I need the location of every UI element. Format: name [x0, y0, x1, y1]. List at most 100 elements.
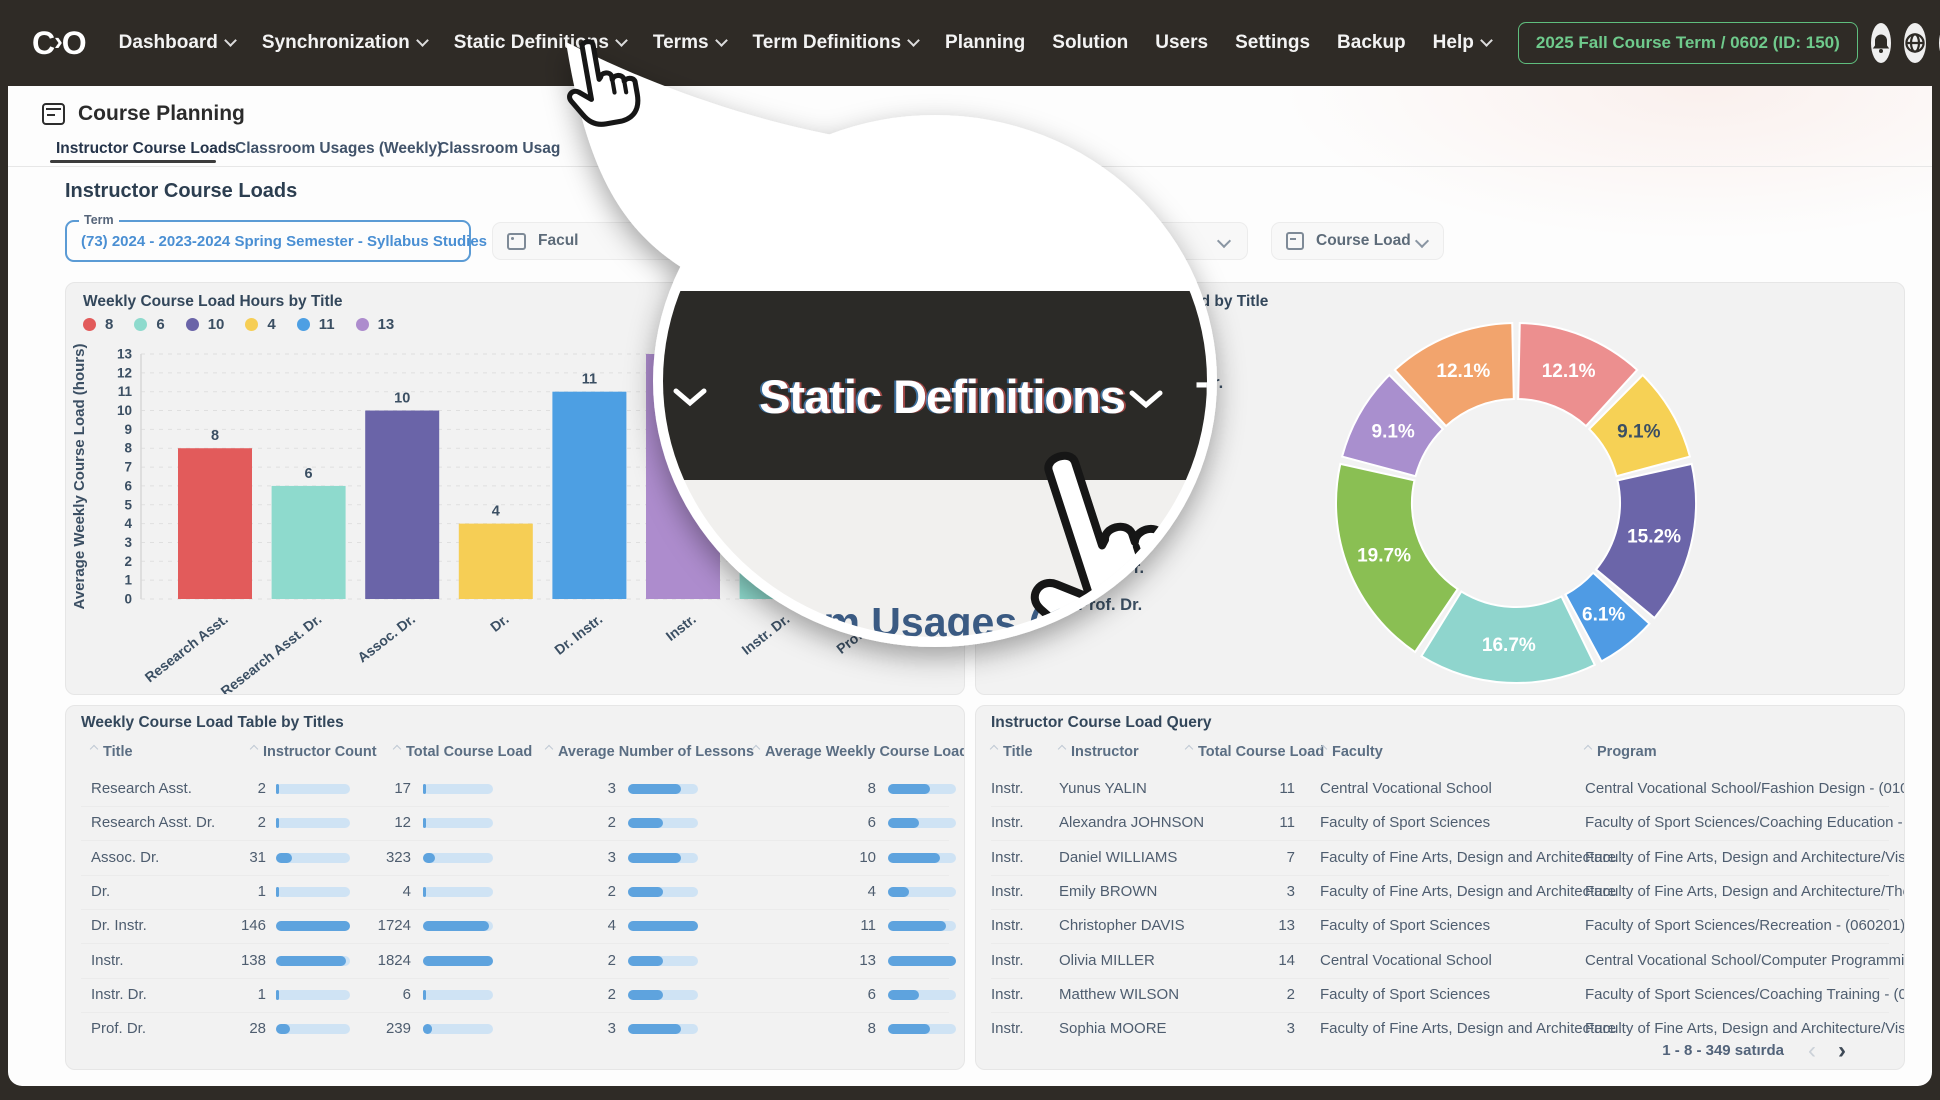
- table-row[interactable]: Research Asst.21738: [66, 772, 964, 806]
- svg-text:Assoc. Dr.: Assoc. Dr.: [354, 611, 418, 666]
- svg-text:6.1%: 6.1%: [1582, 605, 1625, 626]
- value-bar: [628, 921, 698, 931]
- value-bar: [276, 1024, 350, 1034]
- cell-instructor: Olivia MILLER: [1059, 944, 1155, 978]
- value-bar: [628, 818, 698, 828]
- svg-text:15.2%: 15.2%: [1627, 526, 1681, 547]
- column-header[interactable]: Average Number of Lessons: [546, 744, 754, 760]
- bar-chart-legend: 861041113: [83, 316, 406, 333]
- donut-chart: 12.1%9.1%15.2%6.1%16.7%19.7%9.1%12.1%: [976, 283, 1905, 695]
- legend-value: 10: [208, 316, 225, 333]
- cell-title: Instr.: [991, 772, 1024, 806]
- table-row[interactable]: Instr.Alexandra JOHNSON11Faculty of Spor…: [976, 806, 1904, 840]
- main-page: Course Planning Instructor Course LoadsC…: [8, 86, 1932, 1086]
- table-row[interactable]: Instr.Daniel WILLIAMS7Faculty of Fine Ar…: [976, 841, 1904, 875]
- faculty-filter[interactable]: Facul: [492, 222, 1248, 260]
- pagination-next-button[interactable]: ›: [1838, 1039, 1846, 1063]
- table-row[interactable]: Dr.1424: [66, 875, 964, 909]
- column-header[interactable]: Instructor Count: [251, 744, 377, 760]
- nav-item-dashboard[interactable]: Dashboard: [119, 32, 235, 54]
- table-row[interactable]: Instr. Dr.1626: [66, 978, 964, 1012]
- svg-text:19.7%: 19.7%: [1357, 545, 1411, 566]
- sort-icon: [1319, 745, 1327, 753]
- column-header[interactable]: Total Course Load: [1186, 744, 1324, 760]
- course-load-filter[interactable]: Course Load: [1271, 222, 1444, 260]
- sort-icon: [545, 745, 553, 753]
- cell-title: Dr. Instr.: [91, 909, 147, 943]
- column-header[interactable]: Program: [1585, 744, 1657, 760]
- nav-item-label: Users: [1155, 32, 1208, 54]
- legend-value: 6: [156, 316, 164, 333]
- bar-chart-title: Weekly Course Load Hours by Title: [83, 293, 343, 311]
- cell-faculty: Central Vocational School: [1320, 944, 1492, 978]
- cell-value: 8: [821, 1012, 876, 1046]
- nav-item-planning[interactable]: Planning: [945, 32, 1025, 54]
- svg-text:Research Asst. Dr.: Research Asst. Dr.: [217, 611, 324, 695]
- cell-value: 2: [561, 806, 616, 840]
- svg-text:8: 8: [124, 441, 132, 456]
- term-chip-value: (73) 2024 - 2023-2024 Spring Semester - …: [81, 233, 487, 250]
- nav-item-static-definitions[interactable]: Static Definitions: [454, 32, 626, 54]
- column-header[interactable]: Total Course Load: [394, 744, 532, 760]
- table-row[interactable]: Prof. Dr.2823938: [66, 1012, 964, 1046]
- cell-value: 4: [356, 875, 411, 909]
- table-row[interactable]: Instr.Christopher DAVIS13Faculty of Spor…: [976, 909, 1904, 943]
- column-header[interactable]: Average Weekly Course Load (hours): [753, 744, 965, 760]
- nav-item-help[interactable]: Help: [1433, 32, 1491, 54]
- sort-icon: [990, 745, 998, 753]
- nav-item-synchronization[interactable]: Synchronization: [262, 32, 427, 54]
- table-row[interactable]: Dr. Instr.1461724411: [66, 909, 964, 943]
- bar-2: [365, 411, 439, 599]
- cell-load: 11: [1235, 772, 1295, 806]
- svg-text:5: 5: [124, 497, 132, 512]
- table-row[interactable]: Assoc. Dr.31323310: [66, 841, 964, 875]
- tab-classroom-usages-weekly-[interactable]: Classroom Usages (Weekly): [235, 140, 442, 158]
- svg-text:12: 12: [117, 365, 132, 380]
- cell-value: 31: [216, 841, 266, 875]
- nav-item-settings[interactable]: Settings: [1235, 32, 1310, 54]
- table-row[interactable]: Research Asst. Dr.21226: [66, 806, 964, 840]
- cell-title: Instr.: [991, 909, 1024, 943]
- cell-faculty: Faculty of Sport Sciences: [1320, 806, 1490, 840]
- nav-item-solution[interactable]: Solution: [1052, 32, 1128, 54]
- term-filter[interactable]: Term (73) 2024 - 2023-2024 Spring Semest…: [65, 220, 471, 262]
- cell-load: 14: [1235, 944, 1295, 978]
- chevron-down-icon: [907, 34, 920, 47]
- cell-value: 138: [216, 944, 266, 978]
- notifications-button[interactable]: [1871, 23, 1891, 63]
- value-bar: [628, 784, 698, 794]
- chevron-down-icon: [416, 34, 429, 47]
- column-header[interactable]: Instructor: [1059, 744, 1139, 760]
- value-bar: [888, 956, 956, 966]
- cell-value: 4: [561, 909, 616, 943]
- nav-item-label: Solution: [1052, 32, 1128, 54]
- table-row[interactable]: Instr.Yunus YALIN11Central Vocational Sc…: [976, 772, 1904, 806]
- column-header[interactable]: Faculty: [1320, 744, 1383, 760]
- table-row[interactable]: Instr.Matthew WILSON2Faculty of Sport Sc…: [976, 978, 1904, 1012]
- tab-classroom-usag[interactable]: Classroom Usag: [438, 140, 560, 158]
- table-row[interactable]: Instr.Olivia MILLER14Central Vocational …: [976, 944, 1904, 978]
- cell-value: 1724: [356, 909, 411, 943]
- language-button[interactable]: [1904, 23, 1926, 63]
- value-bar: [423, 921, 493, 931]
- bar-7: [833, 448, 907, 599]
- nav-item-terms[interactable]: Terms: [653, 32, 726, 54]
- table-row[interactable]: Instr.Sophia MOORE3Faculty of Fine Arts,…: [976, 1012, 1904, 1046]
- nav-item-users[interactable]: Users: [1155, 32, 1208, 54]
- cell-value: 2: [216, 806, 266, 840]
- faculty-filter-label: Facul: [538, 232, 578, 250]
- pagination-prev-button[interactable]: ‹: [1808, 1039, 1816, 1063]
- cell-value: 28: [216, 1012, 266, 1046]
- value-bar: [888, 818, 956, 828]
- cell-program: Faculty of Fine Arts, Design and Archite…: [1585, 1012, 1905, 1046]
- nav-item-backup[interactable]: Backup: [1337, 32, 1406, 54]
- column-header[interactable]: Title: [91, 744, 133, 760]
- tab-instructor-course-loads[interactable]: Instructor Course Loads: [56, 140, 236, 158]
- active-term-badge[interactable]: 2025 Fall Course Term / 0602 (ID: 150): [1518, 22, 1858, 64]
- nav-item-term-definitions[interactable]: Term Definitions: [753, 32, 919, 54]
- legend-dot: [245, 318, 258, 331]
- app-logo[interactable]: C›O: [32, 25, 85, 62]
- table-row[interactable]: Instr.1381824213: [66, 944, 964, 978]
- column-header[interactable]: Title: [991, 744, 1033, 760]
- table-row[interactable]: Instr.Emily BROWN3Faculty of Fine Arts, …: [976, 875, 1904, 909]
